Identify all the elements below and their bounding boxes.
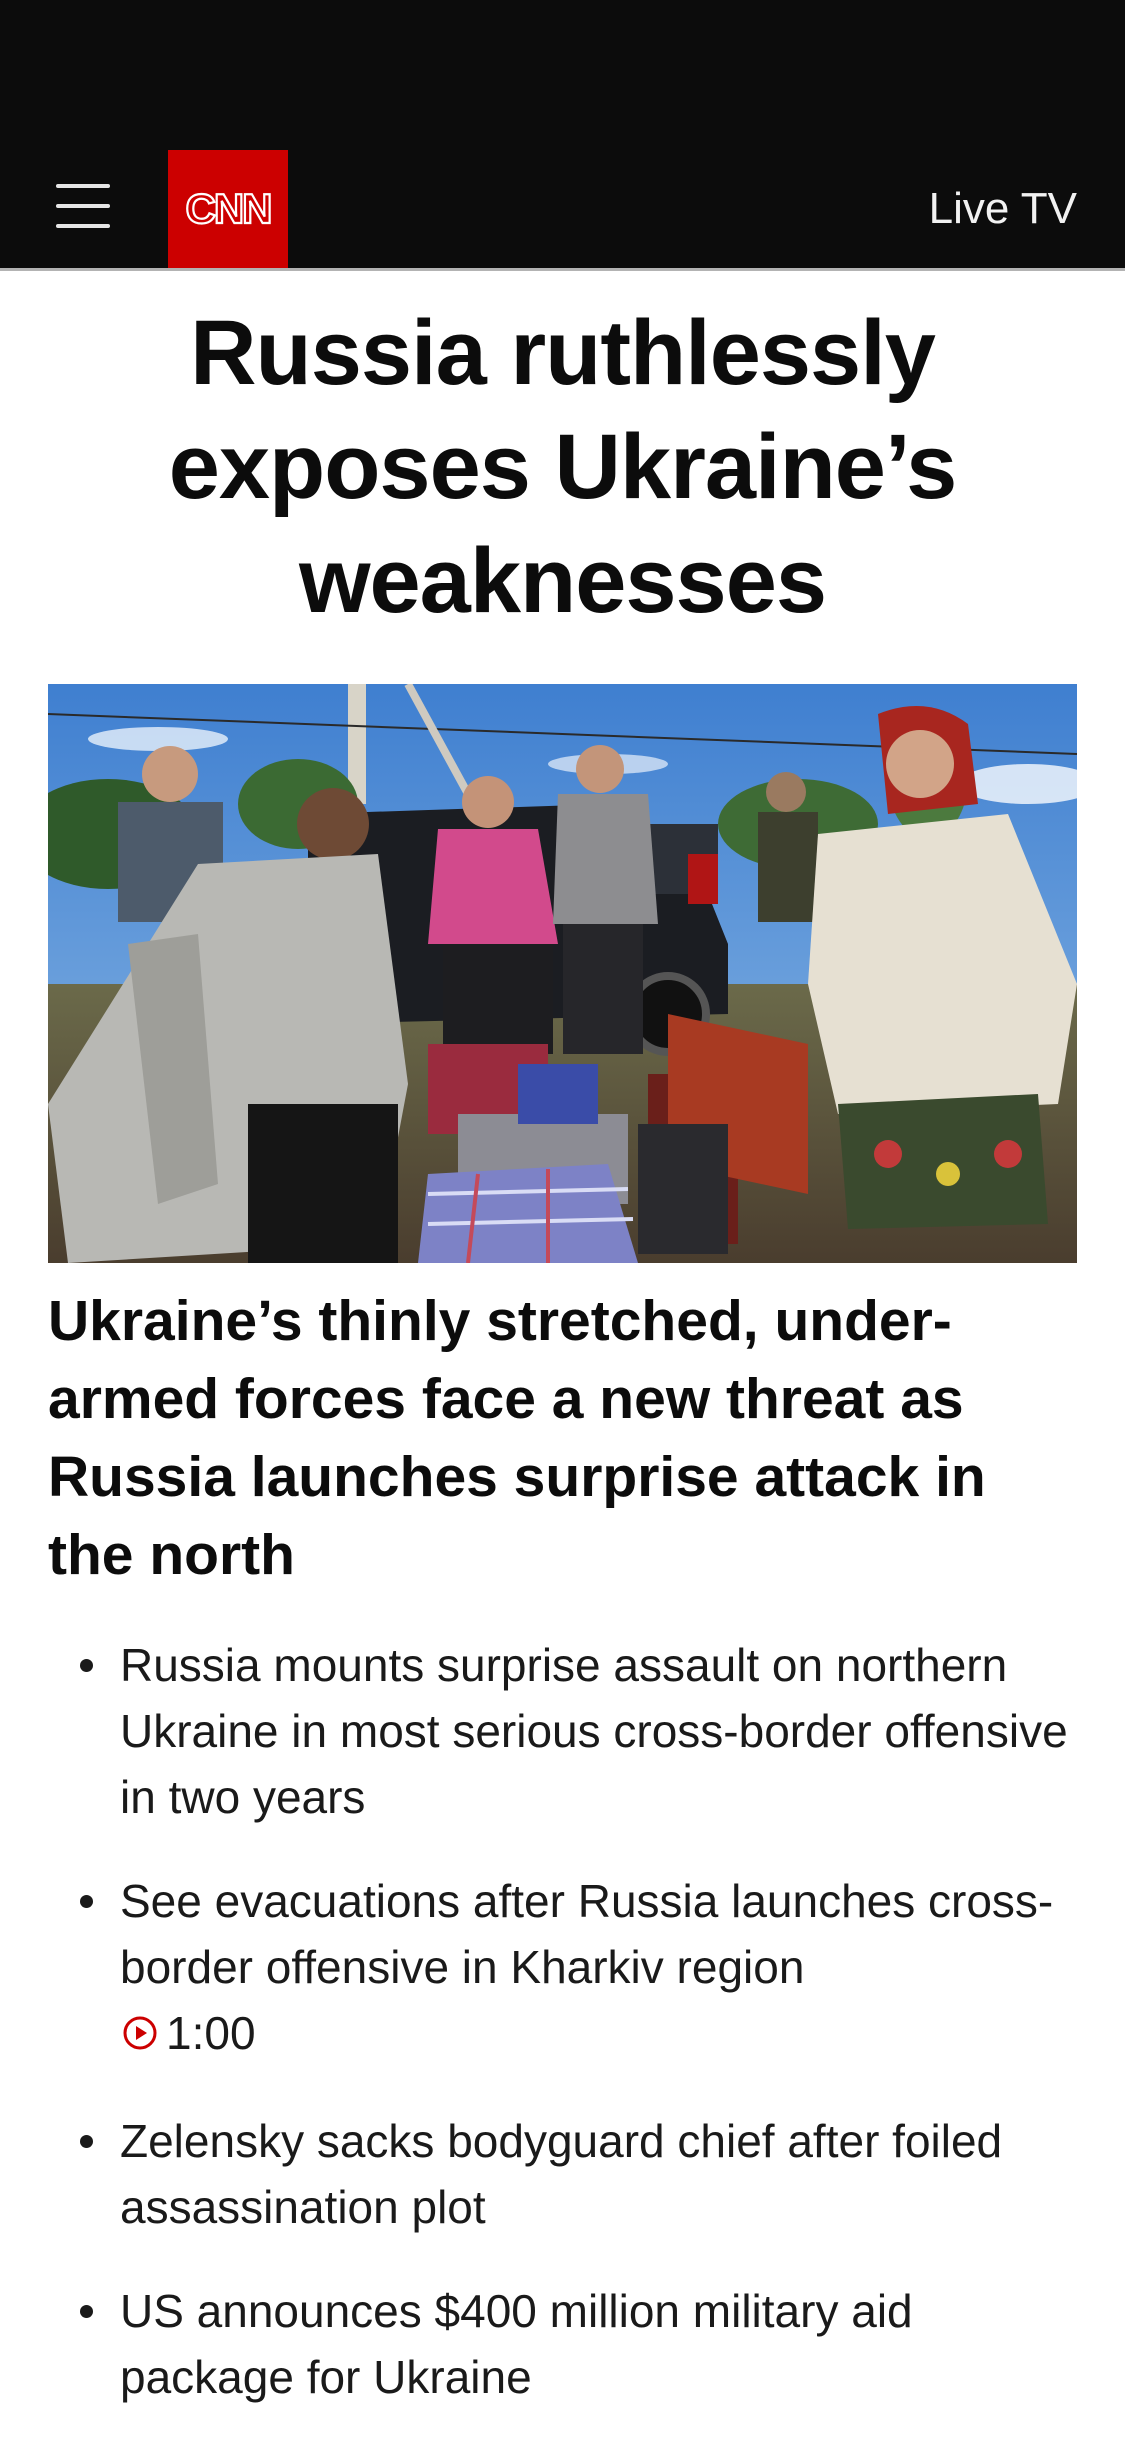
related-story-text: US announces $400 million military aid p… xyxy=(120,2285,913,2403)
video-duration-badge: 1:00 xyxy=(120,2000,256,2066)
hero-image[interactable] xyxy=(48,684,1077,1263)
cnn-logo[interactable]: CNN xyxy=(168,150,288,268)
related-story-text: Zelensky sacks bodyguard chief after foi… xyxy=(120,2115,1003,2233)
video-duration: 1:00 xyxy=(166,2007,256,2059)
live-tv-link[interactable]: Live TV xyxy=(929,184,1077,234)
related-story-text: See evacuations after Russia launches cr… xyxy=(120,1875,1054,1993)
bullet-dot-icon xyxy=(80,1659,93,1672)
related-story-item[interactable]: See evacuations after Russia launches cr… xyxy=(48,1868,1088,2070)
related-story-item[interactable]: Russia mounts surprise assault on northe… xyxy=(48,1632,1088,1830)
play-circle-icon xyxy=(123,2016,157,2050)
bullet-dot-icon xyxy=(80,1895,93,1908)
related-story-item[interactable]: US announces $400 million military aid p… xyxy=(48,2278,1088,2410)
related-story-item[interactable]: Zelensky sacks bodyguard chief after foi… xyxy=(48,2108,1088,2240)
bullet-dot-icon xyxy=(80,2135,93,2148)
related-story-text: Russia mounts surprise assault on northe… xyxy=(120,1639,1068,1823)
cnn-logo-text: CNN xyxy=(186,185,271,232)
related-stories-list: Russia mounts surprise assault on northe… xyxy=(48,1632,1088,2448)
hero-photo-illustration xyxy=(48,684,1077,1263)
bullet-dot-icon xyxy=(80,2305,93,2318)
top-navigation-bar: CNN Live TV xyxy=(0,150,1125,271)
hamburger-menu-icon[interactable] xyxy=(56,180,110,232)
article-subheadline[interactable]: Ukraine’s thinly stretched, under-armed … xyxy=(48,1282,1080,1594)
status-bar-area xyxy=(0,0,1125,150)
article-headline[interactable]: Russia ruthlessly exposes Ukraine’s weak… xyxy=(60,296,1065,638)
cnn-logo-icon: CNN xyxy=(184,184,273,233)
